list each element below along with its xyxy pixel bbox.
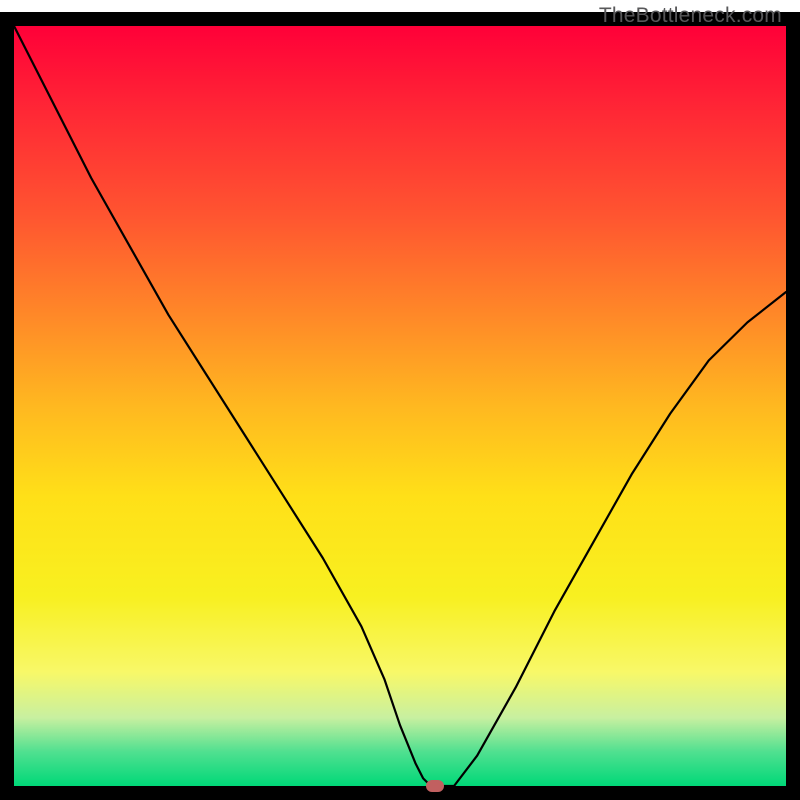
- watermark-text: TheBottleneck.com: [599, 4, 782, 28]
- bottleneck-chart: TheBottleneck.com: [0, 0, 800, 800]
- chart-svg: [0, 0, 800, 800]
- plot-background: [14, 26, 786, 786]
- optimal-point-marker: [426, 780, 444, 792]
